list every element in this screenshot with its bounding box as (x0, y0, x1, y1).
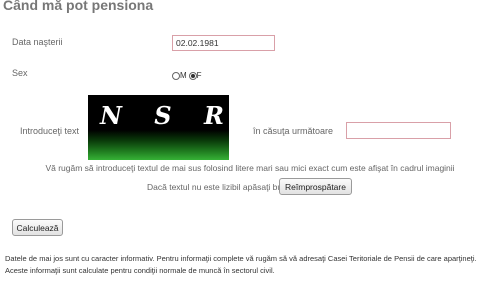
calculate-button[interactable]: Calculează (12, 219, 63, 236)
captcha-input[interactable] (346, 122, 451, 139)
captcha-instruction: Vă rugăm să introduceţi textul de mai su… (45, 163, 455, 173)
footer-note-line2: Aceste informaţii sunt calculate pentru … (5, 266, 275, 275)
captcha-label-left: Introduceţi text (20, 126, 80, 136)
page-title: Când mă pot pensiona (3, 0, 154, 13)
sex-radio-m-label: M (180, 71, 187, 80)
dob-input[interactable] (172, 35, 275, 51)
sex-radio-f-label: F (196, 71, 202, 80)
captcha-grass-decoration (88, 130, 229, 160)
refresh-button[interactable]: Reîmprospătare (279, 178, 352, 195)
captcha-image-text: N S R V (100, 101, 229, 130)
sex-radio-m[interactable] (172, 71, 180, 80)
refresh-prompt: Dacă textul nu este lizibil apăsaţi buto… (147, 182, 301, 192)
captcha-label-right: în căsuţa următoare (253, 126, 334, 136)
footer-note-line1: Datele de mai jos sunt cu caracter infor… (5, 254, 477, 263)
sex-label: Sex (12, 68, 28, 78)
sex-radio-group: M F (172, 71, 202, 80)
sex-radio-f[interactable] (188, 71, 197, 80)
dob-label: Data naşterii (12, 37, 63, 47)
captcha-image: N S R V (88, 95, 229, 160)
